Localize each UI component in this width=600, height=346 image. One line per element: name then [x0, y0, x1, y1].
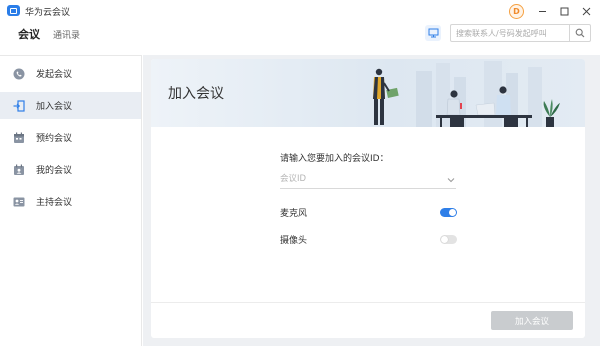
- sidebar-item-label: 我的会议: [36, 166, 73, 176]
- toggle-knob: [449, 209, 456, 216]
- meeting-illustration: [373, 61, 560, 127]
- window-title: 华为云会议: [25, 8, 71, 18]
- host-icon: [13, 196, 25, 208]
- join-prompt: 请输入您要加入的会议ID：: [280, 154, 389, 164]
- title-bar: 华为云会议 D: [0, 0, 600, 22]
- divider: [151, 302, 585, 303]
- screen-share-icon[interactable]: [425, 25, 441, 41]
- calendar-icon: [13, 132, 25, 144]
- sidebar-item-label: 加入会议: [36, 102, 73, 112]
- search-icon[interactable]: [569, 25, 590, 41]
- toggle-knob: [441, 236, 448, 243]
- camera-label: 摄像头: [280, 236, 308, 246]
- join-meeting-button[interactable]: 加入会议: [491, 311, 573, 330]
- sidebar-item-start-meeting[interactable]: 发起会议: [0, 60, 141, 87]
- page-title: 加入会议: [168, 86, 224, 102]
- sidebar-item-join-meeting[interactable]: 加入会议: [0, 92, 141, 119]
- minimize-icon[interactable]: [534, 3, 550, 19]
- sidebar-item-my-meetings[interactable]: 我的会议: [0, 156, 141, 183]
- sidebar: 发起会议 加入会议 预约会议 我的会议 主持会议: [0, 55, 142, 346]
- microphone-label: 麦克风: [280, 209, 308, 219]
- sidebar-item-label: 发起会议: [36, 70, 73, 80]
- main-panel: 加入会议 请输入您要加入的会议ID： 会议ID 麦克风 摄像头 加入会议: [143, 55, 600, 346]
- search-box: [450, 24, 591, 42]
- sidebar-item-host-meeting[interactable]: 主持会议: [0, 188, 141, 215]
- microphone-toggle[interactable]: [440, 208, 457, 217]
- user-avatar[interactable]: D: [509, 4, 524, 19]
- camera-toggle[interactable]: [440, 235, 457, 244]
- app-logo-icon: [7, 5, 20, 16]
- meeting-id-input[interactable]: [280, 170, 440, 188]
- search-input[interactable]: [451, 25, 569, 41]
- sidebar-item-label: 预约会议: [36, 134, 73, 144]
- tab-contacts[interactable]: 通讯录: [53, 28, 80, 41]
- phone-icon: [13, 68, 25, 80]
- tab-meetings[interactable]: 会议: [18, 26, 40, 42]
- chevron-down-icon[interactable]: [447, 175, 455, 186]
- sidebar-item-label: 主持会议: [36, 198, 73, 208]
- maximize-icon[interactable]: [556, 3, 572, 19]
- close-icon[interactable]: [578, 3, 594, 19]
- join-meeting-card: 加入会议 请输入您要加入的会议ID： 会议ID 麦克风 摄像头 加入会议: [151, 59, 585, 338]
- join-icon: [13, 99, 25, 112]
- my-meetings-icon: [13, 164, 25, 176]
- sidebar-item-schedule-meeting[interactable]: 预约会议: [0, 124, 141, 151]
- meeting-id-field: [280, 170, 456, 189]
- banner: 加入会议: [151, 59, 585, 127]
